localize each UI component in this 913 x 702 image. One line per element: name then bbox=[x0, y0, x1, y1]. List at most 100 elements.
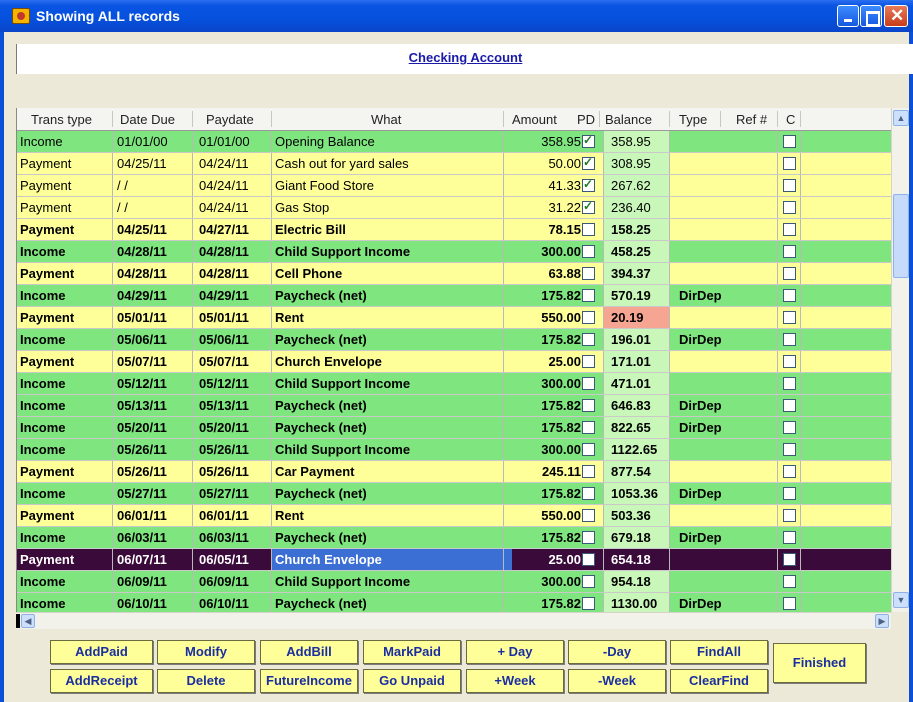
paid-checkbox[interactable] bbox=[582, 399, 595, 412]
amount-cell[interactable]: 175.82 bbox=[541, 332, 581, 347]
trans-type-cell[interactable]: Payment bbox=[20, 266, 74, 281]
type-cell[interactable]: DirDep bbox=[679, 486, 722, 501]
scroll-left-icon[interactable]: ◀ bbox=[21, 614, 35, 628]
what-cell[interactable]: Church Envelope bbox=[275, 354, 382, 369]
maximize-icon[interactable] bbox=[860, 5, 882, 27]
cleared-checkbox[interactable] bbox=[783, 333, 796, 346]
date-due-cell[interactable]: 05/26/11 bbox=[117, 442, 167, 457]
cleared-checkbox[interactable] bbox=[783, 223, 796, 236]
paydate-cell[interactable]: 05/06/11 bbox=[199, 332, 249, 347]
what-cell[interactable]: Car Payment bbox=[275, 464, 354, 479]
cleared-checkbox[interactable] bbox=[783, 465, 796, 478]
transactions-grid[interactable]: Trans type Date Due Paydate What Amount … bbox=[16, 108, 891, 612]
col-what[interactable]: What bbox=[371, 112, 401, 127]
date-due-cell[interactable]: 05/27/11 bbox=[117, 486, 167, 501]
date-due-cell[interactable]: 01/01/00 bbox=[117, 134, 168, 149]
paydate-cell[interactable]: 04/24/11 bbox=[199, 200, 249, 215]
mark-paid-button[interactable]: MarkPaid bbox=[363, 640, 461, 664]
paid-checkbox[interactable] bbox=[582, 421, 595, 434]
what-cell[interactable]: Cell Phone bbox=[275, 266, 342, 281]
trans-type-cell[interactable]: Income bbox=[20, 398, 66, 413]
type-cell[interactable]: DirDep bbox=[679, 398, 722, 413]
what-cell[interactable]: Rent bbox=[275, 508, 304, 523]
amount-cell[interactable]: 300.00 bbox=[541, 376, 581, 391]
add-receipt-button[interactable]: AddReceipt bbox=[50, 669, 153, 693]
date-due-cell[interactable]: / / bbox=[117, 178, 128, 193]
amount-cell[interactable]: 175.82 bbox=[541, 596, 581, 611]
paydate-cell[interactable]: 06/10/11 bbox=[199, 596, 249, 611]
paydate-cell[interactable]: 05/01/11 bbox=[199, 310, 249, 325]
cleared-checkbox[interactable] bbox=[783, 201, 796, 214]
horizontal-scrollbar[interactable]: ◀ ▶ bbox=[16, 612, 891, 629]
minus-week-button[interactable]: -Week bbox=[568, 669, 666, 693]
date-due-cell[interactable]: 06/07/11 bbox=[117, 552, 167, 567]
what-cell[interactable]: Rent bbox=[275, 310, 304, 325]
col-c[interactable]: C bbox=[786, 112, 795, 127]
cleared-checkbox[interactable] bbox=[783, 443, 796, 456]
date-due-cell[interactable]: 04/28/11 bbox=[117, 244, 167, 259]
date-due-cell[interactable]: 04/25/11 bbox=[117, 222, 167, 237]
what-cell[interactable]: Child Support Income bbox=[275, 574, 410, 589]
cleared-checkbox[interactable] bbox=[783, 597, 796, 610]
cleared-checkbox[interactable] bbox=[783, 509, 796, 522]
table-row[interactable]: Payment 04/28/11 04/28/11 Cell Phone 63.88 39… bbox=[17, 263, 891, 285]
table-row[interactable]: Income 06/03/11 06/03/11 Paycheck (net) 175.… bbox=[17, 527, 891, 549]
paid-checkbox[interactable] bbox=[582, 487, 595, 500]
col-balance[interactable]: Balance bbox=[605, 112, 652, 127]
trans-type-cell[interactable]: Income bbox=[20, 530, 66, 545]
what-cell[interactable]: Paycheck (net) bbox=[275, 486, 367, 501]
date-due-cell[interactable]: 04/29/11 bbox=[117, 288, 167, 303]
table-row[interactable]: Payment / / 04/24/11 Giant Food Store 41.33 2… bbox=[17, 175, 891, 197]
amount-cell[interactable]: 78.15 bbox=[548, 222, 581, 237]
col-pd[interactable]: PD bbox=[577, 112, 595, 127]
cleared-checkbox[interactable] bbox=[783, 377, 796, 390]
cleared-checkbox[interactable] bbox=[783, 421, 796, 434]
table-row[interactable]: Payment 06/07/11 06/05/11 Church Envelope 25… bbox=[17, 549, 891, 571]
table-row[interactable]: Income 04/29/11 04/29/11 Paycheck (net) 175.… bbox=[17, 285, 891, 307]
close-icon[interactable]: ✕ bbox=[884, 5, 908, 27]
amount-cell[interactable]: 63.88 bbox=[548, 266, 581, 281]
plus-week-button[interactable]: +Week bbox=[466, 669, 564, 693]
paid-checkbox[interactable] bbox=[582, 267, 595, 280]
type-cell[interactable]: DirDep bbox=[679, 332, 722, 347]
table-row[interactable]: Income 05/12/11 05/12/11 Child Support Inco… bbox=[17, 373, 891, 395]
paydate-cell[interactable]: 05/13/11 bbox=[199, 398, 249, 413]
amount-cell[interactable]: 25.00 bbox=[548, 354, 581, 369]
date-due-cell[interactable]: 05/20/11 bbox=[117, 420, 167, 435]
type-cell[interactable]: DirDep bbox=[679, 530, 722, 545]
paydate-cell[interactable]: 05/27/11 bbox=[199, 486, 249, 501]
table-row[interactable]: Payment 04/25/11 04/24/11 Cash out for yard… bbox=[17, 153, 891, 175]
table-row[interactable]: Income 05/26/11 05/26/11 Child Support Inco… bbox=[17, 439, 891, 461]
cleared-checkbox[interactable] bbox=[783, 245, 796, 258]
add-bill-button[interactable]: AddBill bbox=[260, 640, 358, 664]
paydate-cell[interactable]: 04/24/11 bbox=[199, 156, 249, 171]
table-row[interactable]: Payment 04/25/11 04/27/11 Electric Bill 78.1… bbox=[17, 219, 891, 241]
what-cell[interactable]: Church Envelope bbox=[275, 552, 382, 567]
paid-checkbox[interactable] bbox=[582, 289, 595, 302]
vertical-scrollbar[interactable]: ▲ ▼ bbox=[891, 108, 909, 612]
paydate-cell[interactable]: 04/27/11 bbox=[199, 222, 249, 237]
type-cell[interactable]: DirDep bbox=[679, 420, 722, 435]
table-row[interactable]: Payment 05/26/11 05/26/11 Car Payment 245.11… bbox=[17, 461, 891, 483]
table-row[interactable]: Income 05/20/11 05/20/11 Paycheck (net) 175.… bbox=[17, 417, 891, 439]
paid-checkbox[interactable] bbox=[582, 377, 595, 390]
paydate-cell[interactable]: 05/26/11 bbox=[199, 442, 249, 457]
trans-type-cell[interactable]: Payment bbox=[20, 310, 74, 325]
amount-cell[interactable]: 300.00 bbox=[541, 244, 581, 259]
paydate-cell[interactable]: 04/29/11 bbox=[199, 288, 249, 303]
type-cell[interactable]: DirDep bbox=[679, 596, 722, 611]
cleared-checkbox[interactable] bbox=[783, 487, 796, 500]
trans-type-cell[interactable]: Income bbox=[20, 420, 66, 435]
amount-cell[interactable]: 358.95 bbox=[541, 134, 581, 149]
amount-cell[interactable]: 300.00 bbox=[541, 442, 581, 457]
amount-cell[interactable]: 50.00 bbox=[548, 156, 581, 171]
table-row[interactable]: Payment / / 04/24/11 Gas Stop 31.22 236.40 bbox=[17, 197, 891, 219]
paid-checkbox[interactable] bbox=[582, 311, 595, 324]
table-row[interactable]: Income 06/09/11 06/09/11 Child Support Inco… bbox=[17, 571, 891, 593]
trans-type-cell[interactable]: Income bbox=[20, 244, 66, 259]
what-cell[interactable]: Child Support Income bbox=[275, 442, 410, 457]
cleared-checkbox[interactable] bbox=[783, 311, 796, 324]
what-cell[interactable]: Child Support Income bbox=[275, 376, 410, 391]
date-due-cell[interactable]: 04/25/11 bbox=[117, 156, 167, 171]
date-due-cell[interactable]: 06/01/11 bbox=[117, 508, 167, 523]
